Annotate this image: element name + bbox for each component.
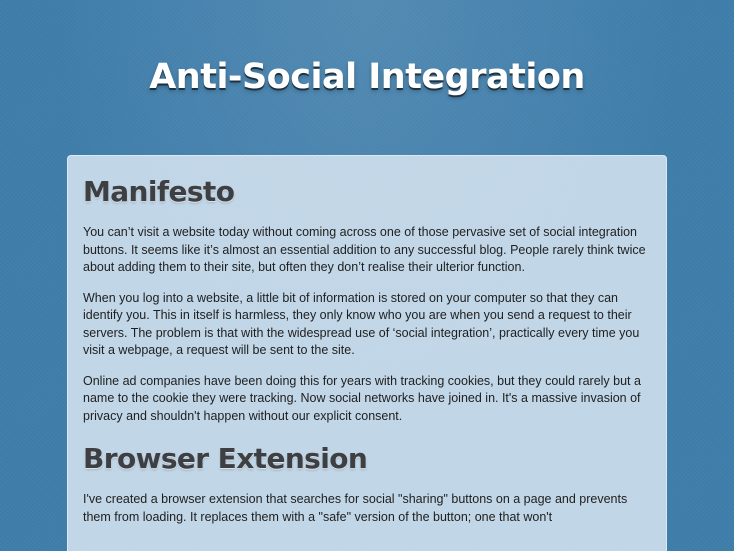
- manifesto-heading: Manifesto: [83, 175, 235, 208]
- site-title: Anti-Social Integration: [149, 57, 585, 97]
- browser-extension-heading: Browser Extension: [83, 442, 368, 475]
- manifesto-paragraph-1: You can’t visit a website today without …: [83, 225, 646, 274]
- manifesto-section: Manifesto You can’t visit a website toda…: [83, 172, 651, 425]
- browser-extension-paragraph-1: I've created a browser extension that se…: [83, 492, 628, 524]
- manifesto-paragraph-3: Online ad companies have been doing this…: [83, 373, 641, 423]
- site-header: Anti-Social Integration: [0, 52, 734, 102]
- browser-extension-section: Browser Extension I've created a browser…: [83, 439, 651, 526]
- content-card: Manifesto You can’t visit a website toda…: [67, 155, 667, 551]
- manifesto-paragraph-2: When you log into a website, a little bi…: [83, 290, 640, 358]
